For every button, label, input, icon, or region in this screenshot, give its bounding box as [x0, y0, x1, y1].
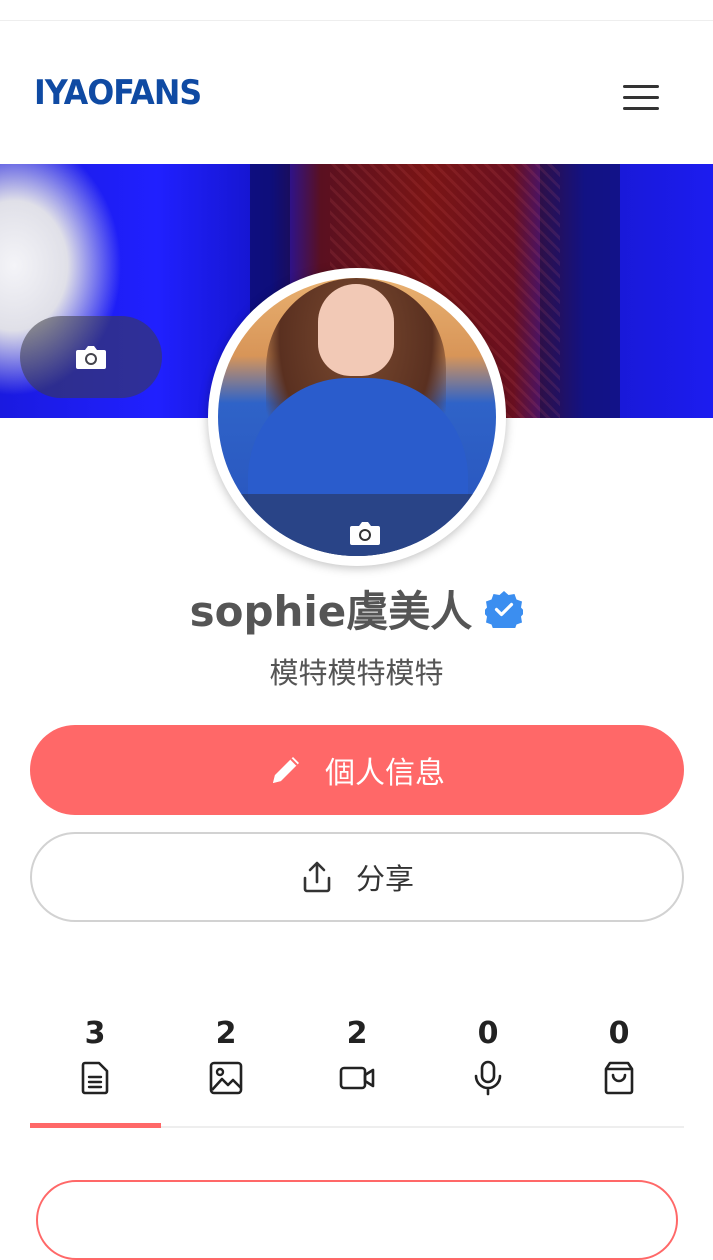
bottom-action-button[interactable]	[36, 1180, 678, 1260]
pencil-icon	[273, 757, 299, 783]
tab-shop[interactable]: 0	[554, 1014, 684, 1126]
cover-camera-button[interactable]	[20, 316, 162, 398]
camera-icon[interactable]	[349, 520, 381, 546]
document-icon	[81, 1061, 109, 1095]
profile-name: sophie虞美人	[189, 587, 473, 636]
posts-count: 3	[84, 1016, 106, 1051]
shopping-bag-icon	[604, 1061, 634, 1095]
profile-bio: 模特模特模特	[269, 656, 444, 690]
header: IYAOFANS	[0, 21, 713, 164]
avatar[interactable]	[208, 268, 506, 566]
camera-icon	[76, 346, 106, 369]
site-logo[interactable]: IYAOFANS	[34, 73, 202, 113]
personal-info-label: 個人信息	[325, 756, 445, 791]
share-button[interactable]: 分享	[30, 832, 684, 922]
verified-badge-icon	[485, 590, 524, 628]
shop-count: 0	[608, 1016, 630, 1051]
microphone-icon	[474, 1060, 502, 1096]
personal-info-button[interactable]: 個人信息	[30, 725, 684, 815]
tab-divider	[161, 1126, 684, 1128]
content-stats-tabs: 3 2 2 0 0	[30, 1014, 684, 1134]
avatar-image	[218, 278, 496, 556]
photos-count: 2	[215, 1016, 237, 1051]
profile-name-row: sophie虞美人	[0, 578, 713, 636]
audio-count: 0	[477, 1016, 499, 1051]
image-icon	[209, 1061, 243, 1095]
share-label: 分享	[355, 862, 414, 896]
active-tab-indicator	[30, 1123, 161, 1128]
tab-photos[interactable]: 2	[161, 1014, 291, 1126]
tab-posts[interactable]: 3	[30, 1014, 160, 1126]
tab-audio[interactable]: 0	[423, 1014, 553, 1126]
hamburger-menu-icon[interactable]	[618, 79, 662, 115]
tab-videos[interactable]: 2	[292, 1014, 422, 1126]
video-icon	[339, 1066, 375, 1090]
videos-count: 2	[346, 1016, 368, 1051]
share-icon	[303, 861, 331, 893]
